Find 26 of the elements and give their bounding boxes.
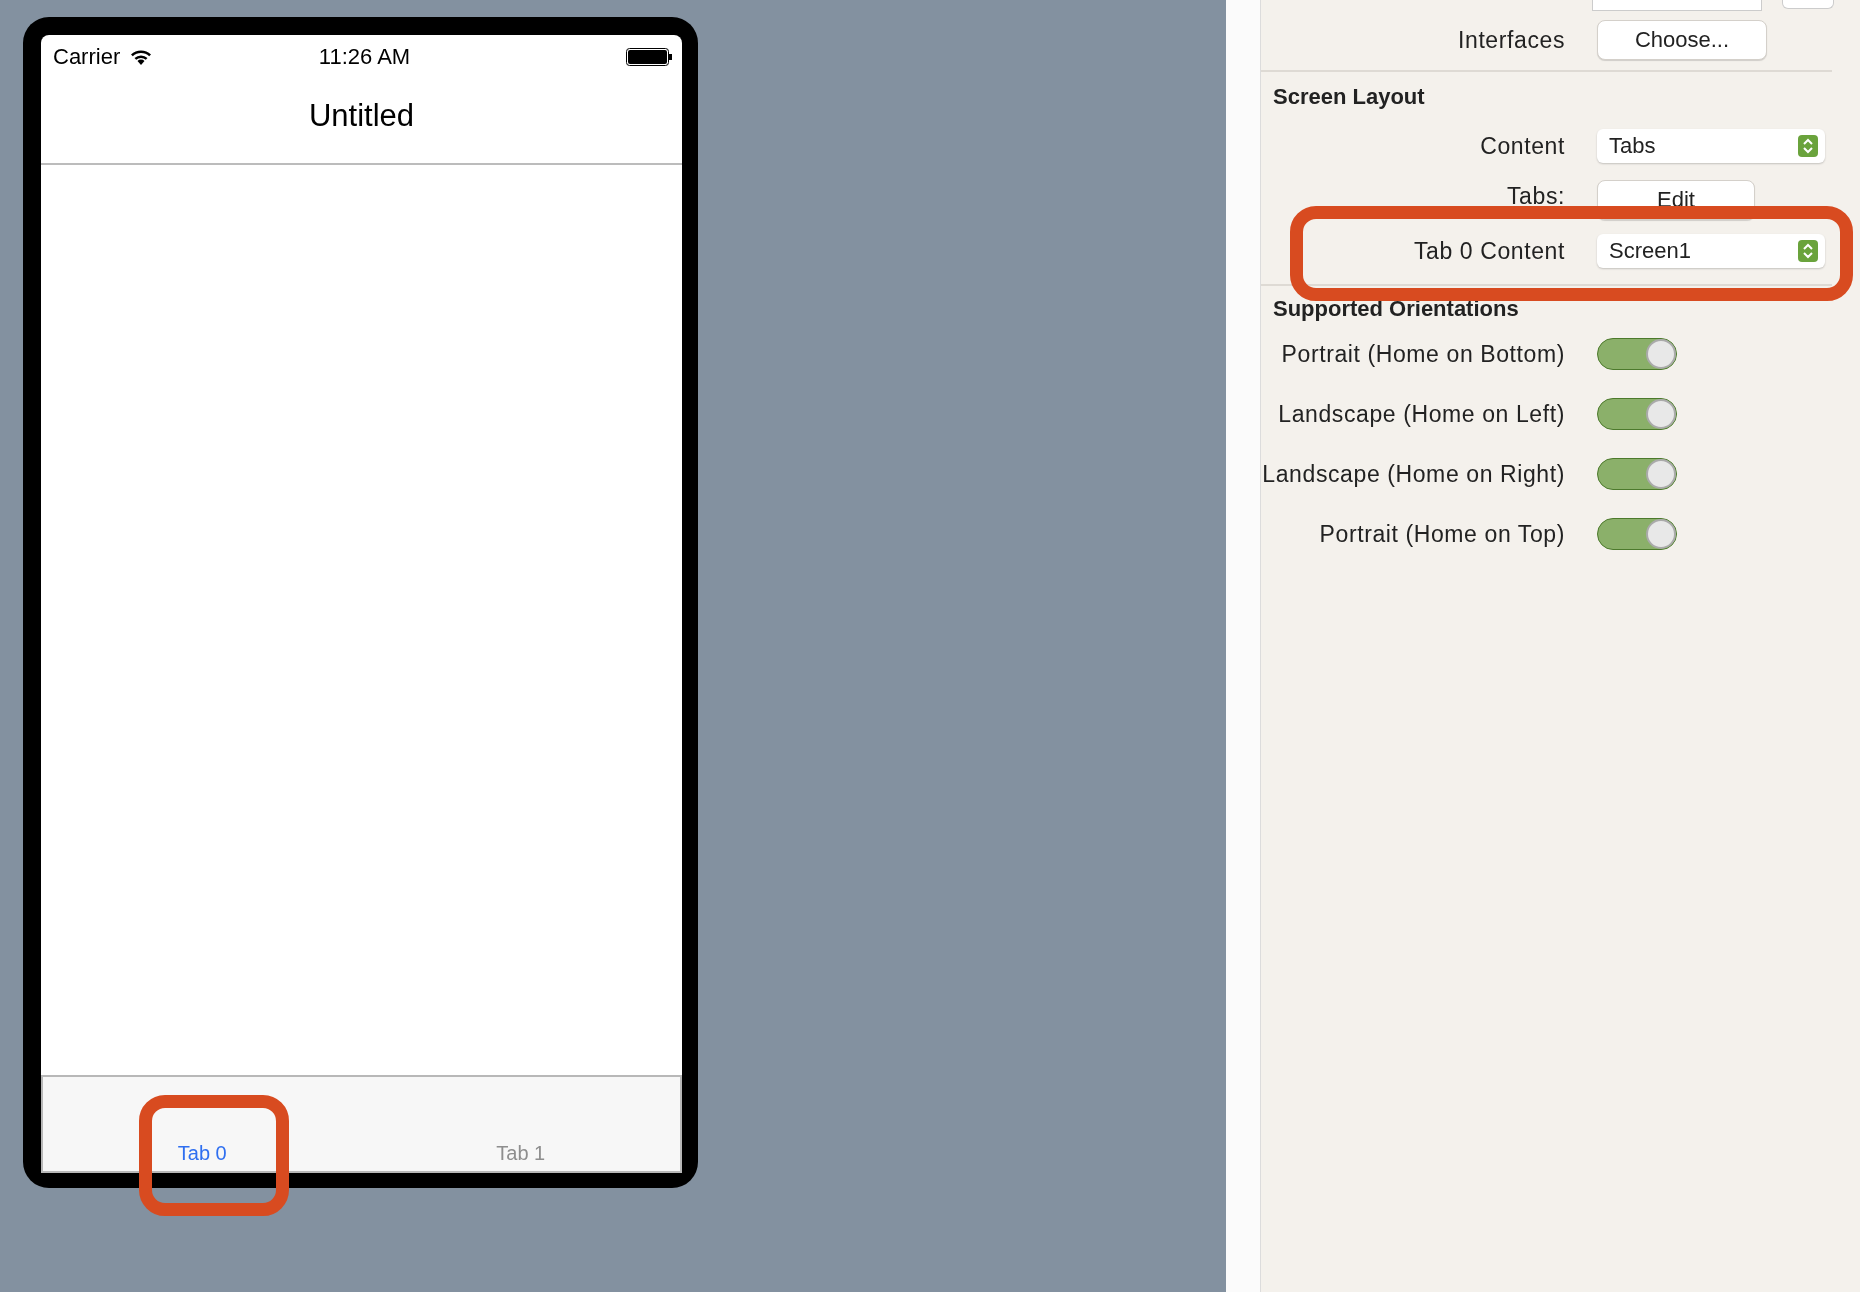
toggle-switch[interactable] bbox=[1597, 398, 1677, 430]
stepper-icon bbox=[1798, 240, 1818, 262]
toggle-label: Landscape (Home on Right) bbox=[1261, 460, 1565, 488]
content-dropdown[interactable]: Tabs bbox=[1597, 129, 1825, 163]
battery-icon bbox=[626, 48, 672, 66]
tab[interactable]: Tab 0 bbox=[43, 1142, 362, 1165]
choose-button[interactable]: Choose... bbox=[1597, 20, 1767, 60]
toggle-label: Portrait (Home on Bottom) bbox=[1280, 340, 1565, 368]
screen-title: Untitled bbox=[308, 98, 415, 134]
tab-content-dropdown[interactable]: Screen1 bbox=[1597, 234, 1825, 268]
toggle-label: Landscape (Home on Left) bbox=[1277, 400, 1565, 428]
carrier-label: Carrier bbox=[53, 44, 121, 70]
field-label: Interfaces bbox=[1457, 26, 1565, 54]
wifi-icon bbox=[130, 49, 153, 65]
status-time: 11:26 AM bbox=[318, 44, 411, 70]
stepper-icon bbox=[1798, 135, 1818, 157]
section-heading: Screen Layout bbox=[1272, 83, 1426, 111]
field-label: Content bbox=[1479, 132, 1565, 160]
toggle-switch[interactable] bbox=[1597, 338, 1677, 370]
field-label: Tab 0 Content bbox=[1413, 237, 1565, 265]
toggle-switch[interactable] bbox=[1597, 458, 1677, 490]
input-field[interactable] bbox=[1592, 0, 1762, 11]
toggle-label: Portrait (Home on Top) bbox=[1318, 520, 1565, 548]
field-label: Tabs: bbox=[1506, 182, 1565, 210]
section-heading: Supported Orientations bbox=[1272, 295, 1520, 323]
toggle-switch[interactable] bbox=[1597, 518, 1677, 550]
